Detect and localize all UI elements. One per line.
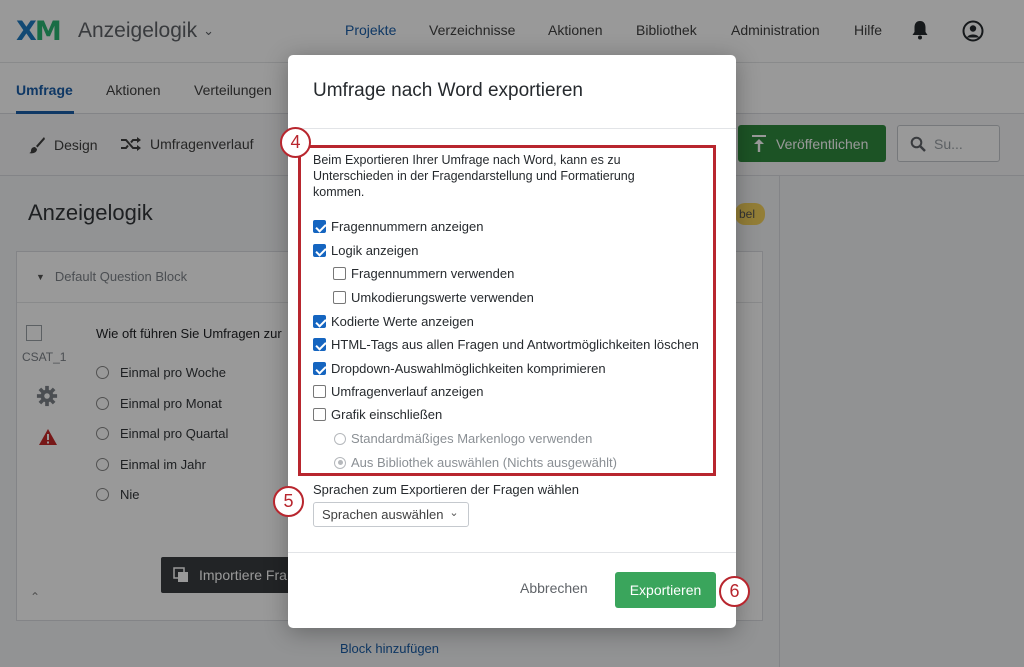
dialog-title: Umfrage nach Word exportieren [313, 80, 583, 101]
option-strip-html-tags[interactable]: HTML-Tags aus allen Fragen und Antwortmö… [313, 337, 699, 352]
export-warning-text: Beim Exportieren Ihrer Umfrage nach Word… [313, 153, 635, 199]
checkbox[interactable] [313, 244, 326, 257]
option-use-question-numbers[interactable]: Fragennummern verwenden [333, 266, 514, 281]
callout-badge-4: 4 [280, 127, 311, 158]
language-select[interactable]: Sprachen auswählen ⌄ [313, 502, 469, 527]
option-show-logic[interactable]: Logik anzeigen [313, 243, 418, 258]
checkbox[interactable] [313, 220, 326, 233]
export-button[interactable]: Exportieren [615, 572, 716, 608]
option-use-recode-values[interactable]: Umkodierungswerte verwenden [333, 290, 534, 305]
checkbox[interactable] [333, 267, 346, 280]
option-compress-dropdowns[interactable]: Dropdown-Auswahlmöglichkeiten komprimier… [313, 361, 606, 376]
callout-badge-6: 6 [719, 576, 750, 607]
radio-button [334, 432, 346, 445]
checkbox[interactable] [313, 338, 326, 351]
dialog-divider [288, 128, 736, 129]
language-select-label: Sprachen zum Exportieren der Fragen wähl… [313, 482, 579, 497]
option-show-question-numbers[interactable]: Fragennummern anzeigen [313, 219, 483, 234]
option-select-from-library: Aus Bibliothek auswählen (Nichts ausgewä… [334, 455, 617, 470]
cancel-button[interactable]: Abbrechen [520, 580, 588, 596]
option-include-graphic[interactable]: Grafik einschließen [313, 407, 442, 422]
radio-button [334, 456, 346, 469]
option-show-coded-values[interactable]: Kodierte Werte anzeigen [313, 314, 474, 329]
checkbox[interactable] [313, 315, 326, 328]
callout-badge-5: 5 [273, 486, 304, 517]
option-default-brand-logo: Standardmäßiges Markenlogo verwenden [334, 431, 592, 446]
dialog-divider [288, 552, 736, 553]
checkbox[interactable] [333, 291, 346, 304]
chevron-down-icon: ⌄ [449, 507, 459, 519]
checkbox[interactable] [313, 408, 326, 421]
checkbox[interactable] [313, 385, 326, 398]
checkbox[interactable] [313, 362, 326, 375]
option-show-survey-flow[interactable]: Umfragenverlauf anzeigen [313, 384, 483, 399]
